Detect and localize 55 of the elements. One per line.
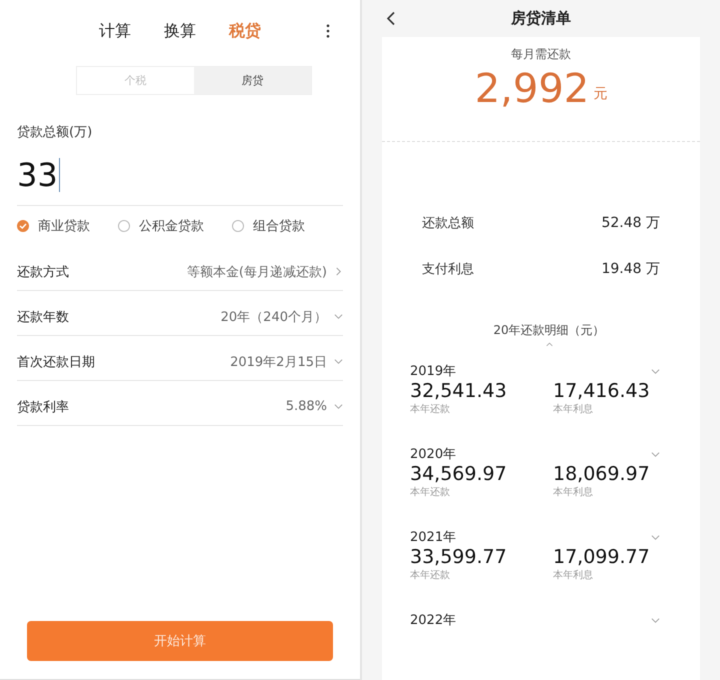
chevron-right-icon[interactable]: [334, 267, 343, 276]
payment-caption: 本年还款: [410, 486, 451, 499]
chevron-down-icon[interactable]: [651, 532, 660, 542]
total-value: 19.48 万: [601, 260, 660, 278]
setting-value[interactable]: 5.88%: [286, 399, 327, 414]
monthly-amount: 2,992: [474, 64, 590, 113]
payment-amount: 33,599.77: [410, 546, 508, 568]
setting-value[interactable]: 2019年2月15日: [230, 352, 327, 370]
radio-option[interactable]: 公积金贷款: [118, 217, 204, 235]
payment-amount: 34,569.97: [410, 463, 508, 485]
interest-amount: 17,099.77: [553, 546, 651, 568]
total-value: 52.48 万: [601, 214, 660, 232]
back-icon[interactable]: [386, 10, 396, 26]
interest-caption: 本年利息: [553, 486, 594, 499]
monthly-label: 每月需还款: [511, 46, 571, 63]
setting-value[interactable]: 20年（240个月）: [220, 308, 327, 326]
setting-label: 还款方式: [17, 264, 69, 280]
chevron-down-icon[interactable]: [334, 402, 343, 411]
payment-amount: 32,541.43: [410, 380, 508, 402]
interest-amount: 17,416.43: [553, 380, 651, 402]
year-label: 2021年: [410, 529, 456, 546]
payment-caption: 本年还款: [410, 568, 451, 582]
chevron-down-icon[interactable]: [651, 366, 660, 376]
field-label: 贷款总额(万): [17, 124, 94, 141]
setting-label: 首次还款日期: [17, 354, 95, 370]
radio-option[interactable]: 组合贷款: [232, 217, 305, 235]
screen-title: 房贷清单: [510, 8, 572, 28]
year-label: 2019年: [410, 363, 456, 380]
chevron-up-icon[interactable]: [544, 341, 554, 348]
setting-label: 贷款利率: [17, 398, 69, 416]
tab[interactable]: 计算: [99, 20, 131, 42]
segment-tab[interactable]: 房贷: [194, 67, 311, 94]
payment-caption: 本年还款: [410, 402, 451, 416]
year-label: 2022年: [410, 612, 456, 629]
section-title: 20年还款明细（元）: [493, 322, 605, 339]
interest-caption: 本年利息: [553, 568, 594, 582]
setting-value[interactable]: 等额本金(每月递减还款): [186, 262, 327, 280]
radio-checked-icon[interactable]: [17, 220, 29, 232]
year-label: 2020年: [410, 446, 456, 463]
total-label: 还款总额: [422, 215, 474, 232]
total-label: 支付利息: [422, 261, 474, 278]
chevron-down-icon[interactable]: [651, 616, 660, 624]
setting-label: 还款年数: [17, 308, 69, 326]
interest-amount: 18,069.97: [553, 463, 651, 485]
radio-icon[interactable]: [118, 220, 130, 232]
tab[interactable]: 换算: [164, 20, 196, 42]
more-menu-icon[interactable]: [326, 24, 330, 38]
chevron-down-icon[interactable]: [334, 312, 343, 321]
chevron-down-icon[interactable]: [651, 450, 660, 458]
interest-caption: 本年利息: [553, 402, 594, 416]
radio-icon[interactable]: [232, 220, 244, 232]
amount-field[interactable]: 33: [17, 145, 343, 206]
currency-unit: 元: [593, 84, 608, 103]
radio-option[interactable]: 商业贷款: [17, 217, 90, 235]
chevron-down-icon[interactable]: [334, 357, 343, 366]
